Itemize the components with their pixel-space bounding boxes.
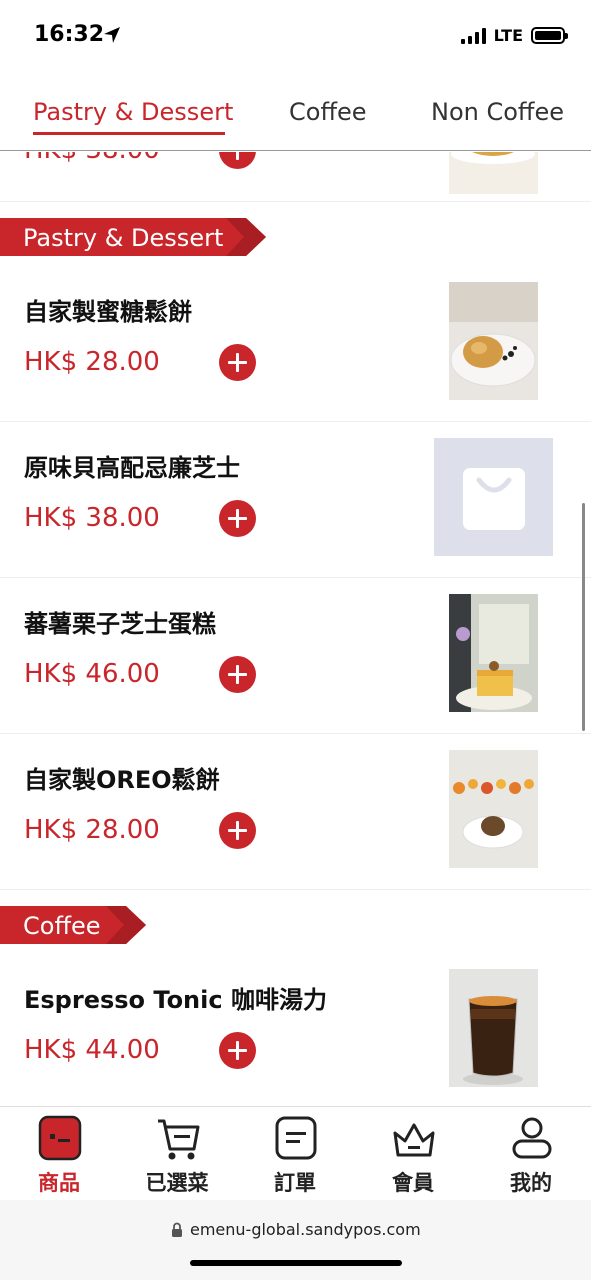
tab-non-coffee[interactable]: Non Coffee bbox=[431, 98, 564, 126]
item-price: HK$ 38.00 bbox=[24, 152, 160, 165]
status-indicators: LTE bbox=[460, 26, 568, 45]
item-name: 原味貝高配忌廉芝士 bbox=[24, 454, 240, 482]
nav-item-products[interactable]: 商品 bbox=[0, 1107, 118, 1201]
item-price: HK$ 44.00 bbox=[24, 1035, 160, 1065]
placeholder-image-icon bbox=[434, 438, 553, 556]
section-title: Pastry & Dessert bbox=[23, 224, 224, 252]
menu-item[interactable]: 蕃薯栗子芝士蛋糕 HK$ 46.00 bbox=[0, 578, 591, 734]
add-to-cart-button[interactable] bbox=[219, 1032, 256, 1069]
add-to-cart-button[interactable] bbox=[219, 344, 256, 381]
item-price: HK$ 28.00 bbox=[24, 815, 160, 845]
network-type: LTE bbox=[493, 26, 523, 45]
tab-coffee[interactable]: Coffee bbox=[289, 98, 367, 126]
item-name: Espresso Tonic 咖啡湯力 bbox=[24, 986, 327, 1014]
nav-label: 會員 bbox=[392, 1171, 434, 1195]
active-tab-indicator bbox=[33, 132, 225, 135]
lock-icon bbox=[172, 1222, 182, 1237]
menu-item[interactable]: Espresso Tonic 咖啡湯力 HK$ 44.00 bbox=[0, 944, 591, 1107]
nav-item-profile[interactable]: 我的 bbox=[472, 1107, 590, 1201]
profile-icon bbox=[512, 1117, 552, 1159]
status-bar: 16:32 LTE bbox=[0, 0, 591, 74]
location-arrow-icon bbox=[104, 27, 120, 43]
scrollbar[interactable] bbox=[582, 503, 585, 731]
order-icon bbox=[275, 1116, 317, 1160]
product-icon bbox=[38, 1115, 82, 1161]
nav-item-member[interactable]: 會員 bbox=[354, 1107, 472, 1201]
item-name: 自家製OREO鬆餅 bbox=[24, 766, 220, 794]
category-tabs: Pastry & Dessert Coffee Non Coffee bbox=[0, 74, 591, 151]
menu-list[interactable]: HK$ 38.00 Pastry & Dessert 自家製蜜糖鬆餅 HK$ 2… bbox=[0, 152, 591, 1107]
item-thumbnail bbox=[449, 750, 538, 868]
menu-item[interactable]: 自家製蜜糖鬆餅 HK$ 28.00 bbox=[0, 256, 591, 422]
nav-label: 商品 bbox=[38, 1171, 80, 1195]
cart-icon bbox=[158, 1119, 200, 1160]
item-name: 蕃薯栗子芝士蛋糕 bbox=[24, 610, 216, 638]
nav-item-orders[interactable]: 訂單 bbox=[236, 1107, 354, 1201]
item-thumbnail bbox=[449, 282, 538, 400]
item-thumbnail bbox=[449, 594, 538, 712]
crown-icon bbox=[393, 1123, 435, 1157]
item-thumbnail bbox=[449, 152, 538, 194]
add-to-cart-button[interactable] bbox=[219, 812, 256, 849]
item-price: HK$ 28.00 bbox=[24, 347, 160, 377]
home-indicator[interactable] bbox=[190, 1260, 402, 1266]
nav-label: 訂單 bbox=[274, 1171, 316, 1195]
item-name: 自家製蜜糖鬆餅 bbox=[24, 298, 192, 326]
add-to-cart-button[interactable] bbox=[219, 152, 256, 169]
menu-item[interactable]: 原味貝高配忌廉芝士 HK$ 38.00 bbox=[0, 422, 591, 578]
nav-label: 我的 bbox=[510, 1171, 552, 1195]
browser-url-bar[interactable]: emenu-global.sandypos.com bbox=[0, 1200, 591, 1280]
url-text: emenu-global.sandypos.com bbox=[190, 1220, 421, 1239]
add-to-cart-button[interactable] bbox=[219, 500, 256, 537]
section-title: Coffee bbox=[23, 912, 101, 940]
bottom-nav: 商品 已選菜 訂單 會員 我的 bbox=[0, 1106, 591, 1200]
nav-item-cart[interactable]: 已選菜 bbox=[118, 1107, 236, 1201]
item-thumbnail bbox=[449, 969, 538, 1087]
tab-pastry-dessert[interactable]: Pastry & Dessert bbox=[33, 98, 233, 126]
add-to-cart-button[interactable] bbox=[219, 656, 256, 693]
battery-icon bbox=[531, 27, 568, 44]
nav-label: 已選菜 bbox=[145, 1171, 209, 1195]
signal-icon bbox=[460, 27, 486, 44]
item-price: HK$ 46.00 bbox=[24, 659, 160, 689]
item-price: HK$ 38.00 bbox=[24, 503, 160, 533]
status-time: 16:32 bbox=[34, 22, 105, 47]
menu-item[interactable]: 自家製OREO鬆餅 HK$ 28.00 bbox=[0, 734, 591, 890]
menu-item-partial[interactable]: HK$ 38.00 bbox=[0, 152, 591, 202]
